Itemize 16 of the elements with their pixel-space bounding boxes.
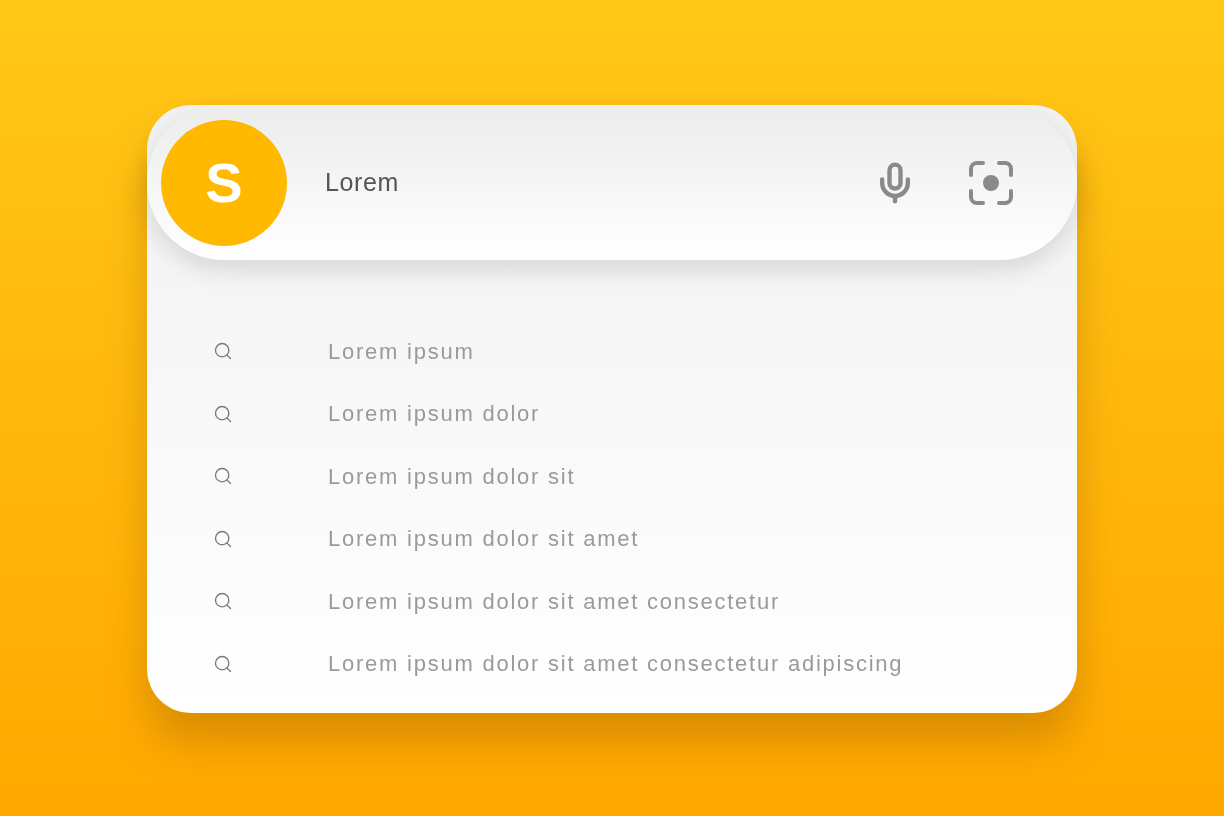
search-icon: [213, 466, 233, 487]
search-text: Lorem: [325, 166, 399, 198]
suggestion-item[interactable]: Lorem ipsum dolor sit amet consectetur adipiscing: [328, 647, 904, 681]
suggestion-item[interactable]: Lorem ipsum: [328, 334, 475, 368]
suggestion-item[interactable]: Lorem ipsum dolor: [328, 397, 541, 431]
suggestion-item[interactable]: Lorem ipsum dolor sit amet: [328, 522, 640, 556]
search-icon: [213, 591, 233, 612]
camera-scan-icon[interactable]: [967, 158, 1015, 207]
search-icon: [213, 528, 233, 549]
suggestion-item[interactable]: Lorem ipsum dolor sit: [328, 459, 576, 493]
search-icon: [213, 341, 233, 362]
search-bar[interactable]: S Lorem: [147, 105, 1077, 260]
search-icon: [213, 653, 233, 674]
logo: S: [161, 119, 287, 246]
suggestion-item[interactable]: Lorem ipsum dolor sit amet consectetur: [328, 584, 781, 618]
search-icon: [213, 403, 233, 424]
